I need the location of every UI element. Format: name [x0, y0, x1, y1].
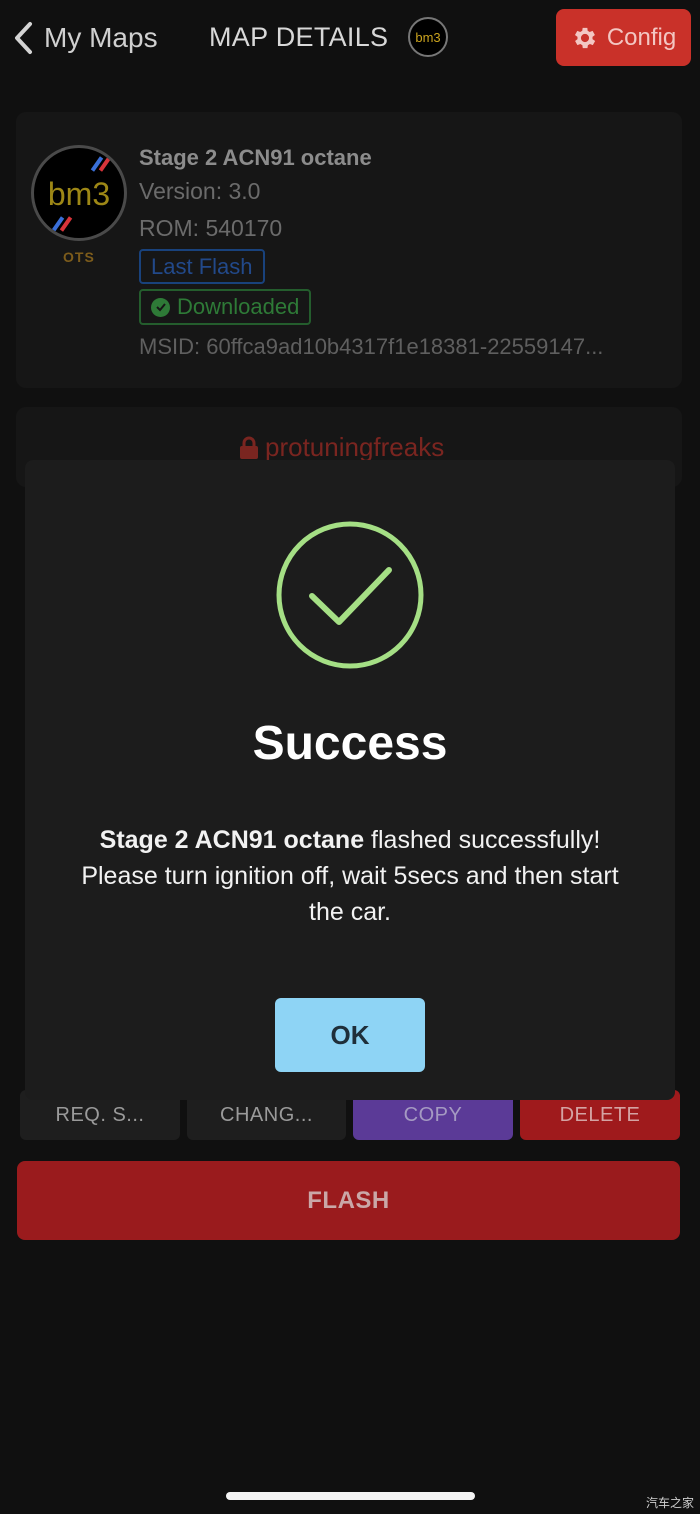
chevron-left-icon [15, 22, 32, 54]
lock-icon [240, 436, 258, 459]
downloaded-badge: Downloaded [139, 289, 312, 325]
map-logo: bm3 [31, 145, 127, 241]
map-logo-text: bm3 [47, 176, 111, 212]
logo-tag: OTS [63, 249, 95, 265]
watermark: 汽车之家 [645, 1496, 694, 1510]
downloaded-label: Downloaded [177, 294, 300, 319]
map-info-card: bm3 OTS Stage 2 ACN91 octane Version: 3.… [16, 112, 682, 388]
back-label: My Maps [44, 22, 158, 53]
map-rom: ROM: 540170 [139, 215, 283, 241]
modal-message: Stage 2 ACN91 octane flashed successfull… [65, 822, 635, 930]
page-title: MAP DETAILS [209, 22, 389, 52]
success-check-icon [276, 521, 424, 669]
map-details-screen: My Maps MAP DETAILS bm3 Config bm3 OTS S… [0, 0, 700, 1514]
modal-title: Success [252, 717, 448, 770]
gear-icon [574, 27, 595, 48]
ok-button[interactable]: OK [275, 998, 425, 1072]
author[interactable]: protuningfreaks [239, 432, 444, 463]
modal-map-name: Stage 2 ACN91 octane [99, 826, 365, 854]
back-button[interactable]: My Maps [12, 20, 158, 56]
map-msid: MSID: 60ffca9ad10b4317f1e18381-22559147.… [139, 334, 604, 359]
check-circle-icon [151, 297, 170, 317]
last-flash-badge: Last Flash [139, 249, 265, 284]
config-label: Config [606, 23, 677, 51]
logo-text: bm3 [415, 29, 441, 45]
flash-button[interactable]: FLASH [17, 1161, 680, 1240]
home-indicator[interactable] [226, 1492, 475, 1500]
success-modal: Success Stage 2 ACN91 octane flashed suc… [25, 460, 675, 1100]
config-button[interactable]: Config [556, 9, 691, 66]
author-name: protuningfreaks [265, 432, 445, 462]
map-version: Version: 3.0 [139, 178, 261, 204]
map-name: Stage 2 ACN91 octane [139, 145, 372, 170]
bm3-logo: bm3 [408, 17, 448, 57]
